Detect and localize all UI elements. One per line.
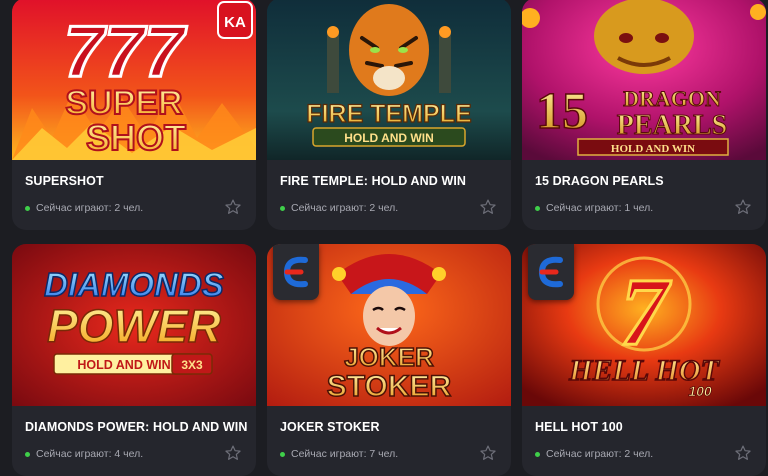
art-text: STOKER <box>327 370 452 403</box>
players-status: Сейчас играют: 4 чел. <box>25 448 143 460</box>
art-text: PEARLS <box>617 110 727 141</box>
star-icon[interactable] <box>224 444 242 462</box>
art-text: HOLD AND WIN <box>611 143 695 155</box>
dragon-head <box>594 0 694 74</box>
art-text: 777 <box>64 12 187 92</box>
game-thumbnail[interactable]: 15 DRAGON PEARLS HOLD AND WIN <box>522 0 766 160</box>
art-text: POWER <box>47 300 221 352</box>
players-status: Сейчас играют: 2 чел. <box>25 202 143 214</box>
star-icon[interactable] <box>224 198 242 216</box>
players-count: Сейчас играют: 7 чел. <box>291 448 399 460</box>
game-thumbnail[interactable]: 7 HELL HOT 100 <box>522 244 766 406</box>
star-icon[interactable] <box>734 444 752 462</box>
game-card-fire-temple[interactable]: FIRE TEMPLE HOLD AND WIN FIRE TEMPLE: HO… <box>267 0 511 230</box>
players-status: Сейчас играют: 2 чел. <box>535 448 653 460</box>
game-card-15-dragon-pearls[interactable]: 15 DRAGON PEARLS HOLD AND WIN 15 DRAGON … <box>522 0 766 230</box>
art-text: DRAGON <box>623 86 721 111</box>
online-dot-icon <box>280 451 285 457</box>
game-card-joker-stoker[interactable]: JOKER STOKER JOKER STOKER Сейчас играют:… <box>267 244 511 476</box>
players-count: Сейчас играют: 2 чел. <box>291 202 399 214</box>
star-icon[interactable] <box>479 444 497 462</box>
players-status: Сейчас играют: 2 чел. <box>280 202 398 214</box>
players-count: Сейчас играют: 4 чел. <box>36 448 144 460</box>
art-text: DIAMONDS <box>44 266 224 303</box>
players-status: Сейчас играют: 7 чел. <box>280 448 398 460</box>
art-text: HOLD AND WIN <box>77 358 170 372</box>
joker-face <box>363 286 415 346</box>
provider-logo-icon <box>273 244 319 300</box>
game-card-supershot[interactable]: 777 SUPER SHOT KA SUPERSHOT Сейчас играю… <box>12 0 256 230</box>
provider-badge-text: KA <box>224 14 246 31</box>
players-count: Сейчас играют: 2 чел. <box>546 448 654 460</box>
art-text: JOKER <box>344 342 434 372</box>
game-thumbnail[interactable]: 777 SUPER SHOT KA <box>12 0 256 160</box>
art-text: HOLD AND WIN <box>344 131 434 145</box>
players-count: Сейчас играют: 2 чел. <box>36 202 144 214</box>
online-dot-icon <box>535 451 540 457</box>
fire-temple-artwork: FIRE TEMPLE HOLD AND WIN <box>267 0 511 160</box>
players-count: Сейчас играют: 1 чел. <box>546 202 654 214</box>
art-text: 3X3 <box>181 358 203 372</box>
art-text: FIRE TEMPLE <box>306 100 471 128</box>
game-title[interactable]: DIAMONDS POWER: HOLD AND WIN <box>25 420 247 434</box>
dragon-pearls-artwork: 15 DRAGON PEARLS HOLD AND WIN <box>522 0 766 160</box>
game-thumbnail[interactable]: FIRE TEMPLE HOLD AND WIN <box>267 0 511 160</box>
art-text: 7 <box>620 258 672 365</box>
online-dot-icon <box>535 205 540 211</box>
art-text: 100 <box>688 383 712 399</box>
game-card-diamonds-power[interactable]: DIAMONDS POWER HOLD AND WIN 3X3 DIAMONDS… <box>12 244 256 476</box>
art-text: SHOT <box>86 117 186 158</box>
game-thumbnail[interactable]: JOKER STOKER <box>267 244 511 406</box>
star-icon[interactable] <box>479 198 497 216</box>
diamonds-power-artwork: DIAMONDS POWER HOLD AND WIN 3X3 <box>12 244 256 406</box>
players-status: Сейчас играют: 1 чел. <box>535 202 653 214</box>
game-title[interactable]: SUPERSHOT <box>25 174 104 188</box>
art-text: 15 <box>536 83 588 140</box>
game-title[interactable]: 15 DRAGON PEARLS <box>535 174 664 188</box>
game-title[interactable]: HELL HOT 100 <box>535 420 623 434</box>
supershot-artwork: 777 SUPER SHOT KA <box>12 0 256 160</box>
game-title[interactable]: FIRE TEMPLE: HOLD AND WIN <box>280 174 466 188</box>
game-thumbnail[interactable]: DIAMONDS POWER HOLD AND WIN 3X3 <box>12 244 256 406</box>
provider-logo-icon <box>528 244 574 300</box>
online-dot-icon <box>25 451 30 457</box>
star-icon[interactable] <box>734 198 752 216</box>
game-title[interactable]: JOKER STOKER <box>280 420 380 434</box>
online-dot-icon <box>280 205 285 211</box>
online-dot-icon <box>25 205 30 211</box>
game-card-hell-hot-100[interactable]: 7 HELL HOT 100 HELL HOT 100 Сейчас играю… <box>522 244 766 476</box>
